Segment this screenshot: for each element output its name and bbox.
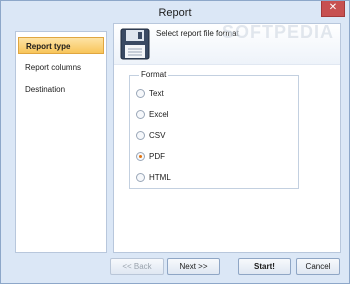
format-group: Format Text Excel CSV PDF HTML [129,70,299,189]
watermark: SOFTPEDIA [222,22,335,42]
radio-label: HTML [149,173,171,182]
radio-label: Excel [149,110,169,119]
content-panel: Select report file format SOFTPEDIA Form… [113,22,341,253]
start-button[interactable]: Start! [238,258,291,275]
sidebar: Report type Report columns Destination [15,31,107,253]
format-group-title: Format [139,70,169,79]
radio-button[interactable] [136,131,145,140]
radio-button[interactable] [136,110,145,119]
floppy-disk-icon [120,28,150,60]
radio-button[interactable] [136,173,145,182]
sidebar-item-report-columns[interactable]: Report columns [18,59,104,76]
footer-bar: << Back Next >> Start! Cancel [7,254,343,279]
radio-button[interactable] [136,89,145,98]
radio-label: Text [149,89,164,98]
sidebar-item-report-type[interactable]: Report type [18,37,104,54]
radio-button-selected[interactable] [136,152,145,161]
sidebar-item-destination[interactable]: Destination [18,81,104,98]
cancel-button[interactable]: Cancel [296,258,340,275]
radio-label: CSV [149,131,166,140]
report-window: Report ✕ Report type Report columns Dest… [0,0,350,284]
close-icon[interactable]: ✕ [321,1,345,17]
back-button[interactable]: << Back [110,258,164,275]
next-button[interactable]: Next >> [167,258,220,275]
radio-label: PDF [149,152,165,161]
header-strip: Select report file format SOFTPEDIA [114,22,340,65]
